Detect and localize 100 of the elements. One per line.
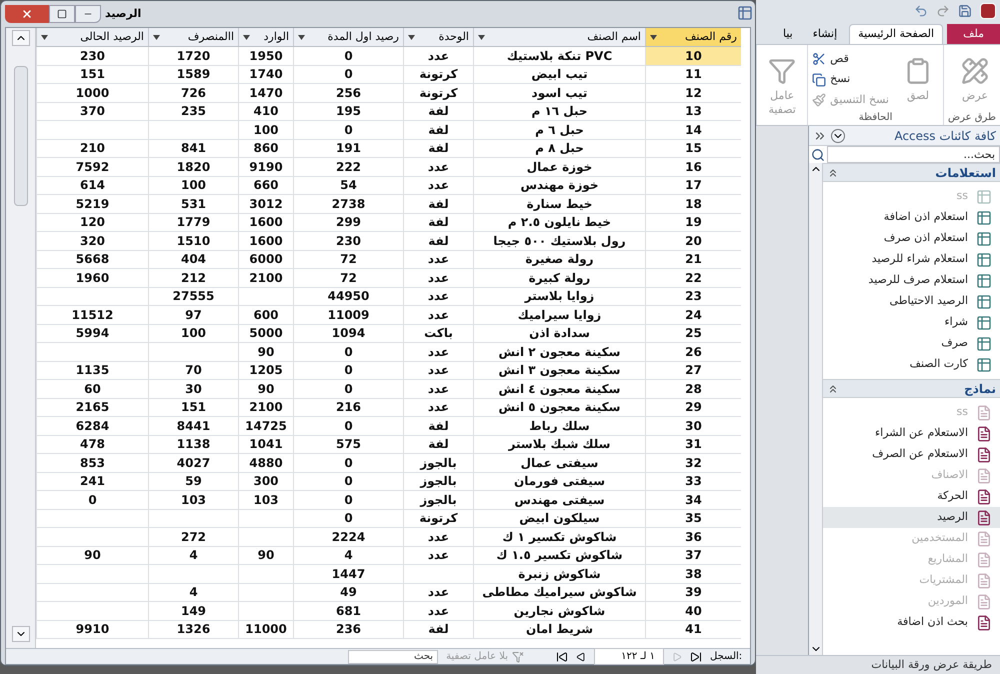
table-cell: 36 xyxy=(645,528,741,546)
scrollbar-thumb[interactable] xyxy=(14,66,28,206)
scroll-up-button[interactable] xyxy=(12,30,30,46)
query-icon xyxy=(976,252,992,268)
form-icon xyxy=(976,552,992,568)
table-cell: حبل ٨ م xyxy=(473,140,645,157)
navigation-item[interactable]: الحركة xyxy=(823,486,1000,507)
column-header[interactable]: رقم الصنف xyxy=(645,28,741,46)
table-cell: تيب اسود xyxy=(473,84,645,102)
table-cell: 103 xyxy=(148,491,238,508)
table-cell: سكينة معجون ٤ انش xyxy=(473,380,645,398)
navigation-item[interactable]: الاستعلام عن الشراء xyxy=(823,423,1000,444)
table-cell: 0 xyxy=(293,121,403,138)
search-field[interactable]: بحث xyxy=(348,650,438,664)
first-record-icon[interactable] xyxy=(690,650,702,662)
navigation-item[interactable]: الرصيد الاحتياطى xyxy=(823,291,1000,312)
table-cell: 25 xyxy=(645,324,741,342)
table-cell: 151 xyxy=(36,66,148,83)
table-cell: 21 xyxy=(645,250,741,268)
navigation-item[interactable]: استعلام اذن صرف xyxy=(823,228,1000,249)
navigation-item[interactable]: الرصيد xyxy=(823,507,1000,528)
dropdown-arrow-icon[interactable] xyxy=(153,34,160,40)
dropdown-arrow-icon[interactable] xyxy=(650,34,657,40)
table-cell: لفة xyxy=(403,620,473,638)
navigation-item[interactable]: صرف xyxy=(823,333,1000,354)
query-icon xyxy=(976,294,992,310)
table-cell: 100 xyxy=(148,324,238,342)
close-button[interactable] xyxy=(5,5,49,23)
maximize-button[interactable] xyxy=(49,5,75,23)
table-cell: عدد xyxy=(403,158,473,176)
ribbon-tab[interactable]: إنشاء xyxy=(804,24,846,44)
table-cell: 222 xyxy=(293,158,403,176)
form-icon xyxy=(976,468,992,484)
table-cell: 6284 xyxy=(36,417,148,434)
table-cell: لفة xyxy=(403,102,473,120)
status-text: طريقة عرض ورقة البيانات xyxy=(871,656,992,673)
navigation-item[interactable]: الاستعلام عن الصرف xyxy=(823,444,1000,465)
table-cell: 1960 xyxy=(36,269,148,286)
table-cell: 11009 xyxy=(293,306,403,324)
section-header[interactable]: نماذج xyxy=(823,379,1000,398)
file-tab[interactable]: ملف xyxy=(947,24,1000,44)
section-header[interactable]: استعلامات xyxy=(823,163,1000,182)
table-cell: لفة xyxy=(403,195,473,212)
last-record-icon[interactable] xyxy=(556,650,568,662)
column-header[interactable]: رصيد اول المدة xyxy=(293,28,403,46)
undo-icon[interactable] xyxy=(914,4,928,18)
column-header[interactable]: الوحدة xyxy=(403,28,473,46)
table-cell: 1138 xyxy=(148,436,238,453)
ribbon-button[interactable]: قص xyxy=(812,50,889,68)
dropdown-arrow-icon[interactable] xyxy=(408,34,415,40)
close-icon xyxy=(21,8,33,20)
search-icon[interactable] xyxy=(811,148,825,162)
table-cell: 0 xyxy=(36,491,148,508)
table-cell: عدد xyxy=(403,250,473,268)
table-cell: 230 xyxy=(293,232,403,250)
dropdown-arrow-icon[interactable] xyxy=(41,34,48,40)
table-cell: 0 xyxy=(293,472,403,490)
table-cell: كرتونة xyxy=(403,84,473,102)
navigation-item[interactable]: بحث اذن اضافة xyxy=(823,612,1000,633)
table-cell: عدد xyxy=(403,528,473,546)
table-cell: 27555 xyxy=(148,288,238,305)
table-cell: 31 xyxy=(645,436,741,453)
table-cell: 41 xyxy=(645,620,741,638)
navigation-item[interactable]: استعلام شراء للرصيد xyxy=(823,249,1000,270)
column-header[interactable]: االمنصرف xyxy=(148,28,238,46)
navigation-item[interactable]: كارت الصنف xyxy=(823,354,1000,375)
navigation-item[interactable]: شراء xyxy=(823,312,1000,333)
dropdown-arrow-icon[interactable] xyxy=(478,34,485,40)
ribbon-button[interactable]: نسخ xyxy=(812,71,889,88)
table-cell: 14 xyxy=(645,121,741,138)
next-record-icon[interactable] xyxy=(576,652,586,662)
table-cell: 1094 xyxy=(293,324,403,342)
column-header[interactable]: الوارد xyxy=(238,28,293,46)
table-cell: 256 xyxy=(293,84,403,102)
table-cell: بالجوز xyxy=(403,454,473,472)
column-header[interactable]: الرصيد الحالى xyxy=(36,28,148,46)
navigation-item[interactable]: استعلام صرف للرصيد xyxy=(823,270,1000,291)
dropdown-icon[interactable] xyxy=(831,128,845,142)
navigation-item[interactable]: استعلام اذن اضافة xyxy=(823,207,1000,228)
table-cell: 216 xyxy=(293,398,403,416)
table-cell: 4027 xyxy=(148,454,238,472)
ribbon-tab[interactable]: بيا xyxy=(774,24,801,44)
table-cell: 614 xyxy=(36,176,148,194)
column-header[interactable]: اسم الصنف xyxy=(473,28,645,46)
search-field[interactable]: بحث... xyxy=(827,146,1000,163)
record-label: السجل: xyxy=(710,650,742,664)
table-cell: 13 xyxy=(645,102,741,120)
table-cell: زوايا سيراميك xyxy=(473,306,645,324)
table-cell: 26 xyxy=(645,343,741,360)
record-position-field[interactable]: ١ لـ ١٢٢ xyxy=(594,648,664,665)
scroll-down-button[interactable] xyxy=(12,626,30,642)
save-icon[interactable] xyxy=(958,4,972,18)
table-cell: خيط نايلون ٢.٥ م xyxy=(473,214,645,231)
table-cell: 72 xyxy=(293,269,403,286)
table-cell: باكت xyxy=(403,324,473,342)
table-cell: عدد xyxy=(403,546,473,564)
table-cell: 103 xyxy=(238,491,293,508)
dropdown-arrow-icon[interactable] xyxy=(243,34,250,40)
dropdown-arrow-icon[interactable] xyxy=(298,34,305,40)
ribbon-tab[interactable]: الصفحة الرئيسية xyxy=(849,24,944,44)
